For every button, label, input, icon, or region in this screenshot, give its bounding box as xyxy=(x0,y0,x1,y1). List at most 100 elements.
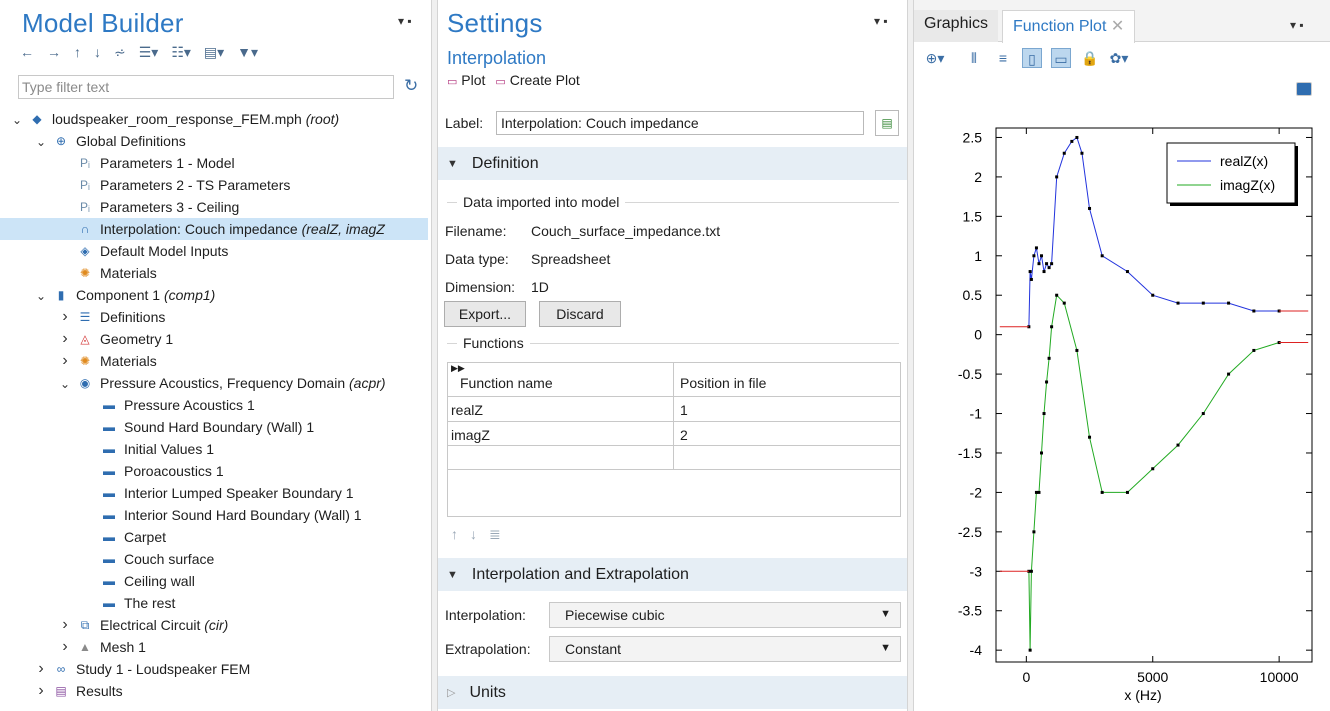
discard-button[interactable]: Discard xyxy=(539,301,621,327)
tree-item[interactable]: ▬ Couch surface xyxy=(0,548,428,570)
show-icon[interactable]: ⩫ xyxy=(114,44,126,61)
boundary-feature-icon: ▬ xyxy=(103,530,115,544)
tree-item[interactable]: › ☰ Definitions xyxy=(0,306,428,328)
table-cell-function-name[interactable]: imagZ xyxy=(448,427,490,443)
fast-forward-icon[interactable]: ▶▶ xyxy=(448,363,465,374)
tree-item[interactable]: Pᵢ Parameters 2 - TS Parameters xyxy=(0,174,428,196)
refresh-icon[interactable]: ↻ xyxy=(404,76,418,96)
dropdown-arrow-icon: ▼ xyxy=(880,642,891,654)
move-down-icon[interactable]: ↓ xyxy=(470,526,477,543)
tree-item-label: Results xyxy=(76,683,123,699)
table-cell-position[interactable]: 2 xyxy=(677,427,688,443)
chevron-right-icon[interactable]: › xyxy=(34,660,48,678)
interp-section-header[interactable]: ▼ Interpolation and Extrapolation xyxy=(438,558,907,591)
definition-section-header[interactable]: ▼ Definition xyxy=(438,147,907,180)
chevron-down-icon[interactable]: ⌄ xyxy=(58,377,72,391)
tree-item[interactable]: › ▲ Mesh 1 xyxy=(0,636,428,658)
label-edit-icon[interactable]: ▤ xyxy=(875,110,899,136)
tree-item[interactable]: ▬ The rest xyxy=(0,592,428,614)
tree-item[interactable]: › ⧉ Electrical Circuit (cir) xyxy=(0,614,428,636)
tree-item[interactable]: ▬ Interior Lumped Speaker Boundary 1 xyxy=(0,482,428,504)
chevron-right-icon[interactable]: › xyxy=(58,308,72,326)
data-point xyxy=(1252,309,1256,313)
tree-item[interactable]: ⌄ ⊕ Global Definitions xyxy=(0,130,428,152)
tree-item[interactable]: ▬ Poroacoustics 1 xyxy=(0,460,428,482)
tree-item[interactable]: › ◬ Geometry 1 xyxy=(0,328,428,350)
data-point xyxy=(1100,254,1104,258)
settings-subtitle: Interpolation xyxy=(447,48,547,68)
tree-filter-input[interactable]: Type filter text xyxy=(18,75,394,99)
y-tick-label: 1 xyxy=(974,248,982,264)
plot-button[interactable]: ▭ Plot xyxy=(447,72,485,88)
chevron-right-icon[interactable]: › xyxy=(58,352,72,370)
tree-item[interactable]: ✺ Materials xyxy=(0,262,428,284)
data-point xyxy=(1100,490,1104,494)
arrow-right-icon[interactable]: → xyxy=(47,44,61,61)
clear-table-icon[interactable]: ≣ xyxy=(489,526,501,543)
move-up-icon[interactable]: ↑ xyxy=(451,526,458,543)
filter-icon[interactable]: ▼▾ xyxy=(237,44,258,61)
tree-item[interactable]: › ✺ Materials xyxy=(0,350,428,372)
panel-menu-icon[interactable]: ▾ ▪ xyxy=(874,14,888,28)
interpolation-icon: ∩ xyxy=(80,222,90,236)
panel-menu-icon[interactable]: ▾ ▪ xyxy=(398,14,412,28)
x-axis-label: x (Hz) xyxy=(1124,687,1161,703)
expand-icon[interactable]: ☰▾ xyxy=(139,44,159,61)
functions-table: ▶▶ Function name Position in file realZ … xyxy=(447,362,901,517)
tree-item[interactable]: ⌄ ▮ Component 1 (comp1) xyxy=(0,284,428,306)
create-plot-icon: ▭ xyxy=(495,76,506,88)
tree-item[interactable]: ▬ Initial Values 1 xyxy=(0,438,428,460)
tree-item[interactable]: ∩ Interpolation: Couch impedance (realZ, … xyxy=(0,218,428,240)
chevron-down-icon[interactable]: ⌄ xyxy=(10,113,24,127)
extrapolation-caption: Extrapolation: xyxy=(445,641,531,657)
chevron-right-icon[interactable]: › xyxy=(58,616,72,634)
chevron-right-icon[interactable]: › xyxy=(58,330,72,348)
tree-item[interactable]: › ▤ Results xyxy=(0,680,428,702)
interpolation-select[interactable]: Piecewise cubic ▼ xyxy=(549,602,901,628)
data-point xyxy=(1070,139,1074,143)
chevron-right-icon[interactable]: › xyxy=(34,682,48,700)
functions-group-title: Functions xyxy=(463,335,524,351)
arrow-up-icon[interactable]: ↑ xyxy=(74,44,81,61)
arrow-left-icon[interactable]: ← xyxy=(20,44,34,61)
tree-item[interactable]: › ∞ Study 1 - Loudspeaker FEM xyxy=(0,658,428,680)
tree-item[interactable]: Pᵢ Parameters 3 - Ceiling xyxy=(0,196,428,218)
units-section-header[interactable]: ▷ Units xyxy=(438,676,907,709)
x-tick-label: 10000 xyxy=(1260,669,1299,685)
data-group-title: Data imported into model xyxy=(463,194,620,210)
pin-icon[interactable]: ▪ xyxy=(407,14,411,28)
list-icon[interactable]: ▤▾ xyxy=(204,44,224,61)
table-cell-function-name[interactable]: realZ xyxy=(448,402,483,418)
export-button[interactable]: Export... xyxy=(444,301,526,327)
arrow-down-icon[interactable]: ↓ xyxy=(94,44,101,61)
collapse-icon[interactable]: ☷▾ xyxy=(171,44,191,61)
column-header-position[interactable]: Position in file xyxy=(677,375,766,391)
tree-item[interactable]: ◈ Default Model Inputs xyxy=(0,240,428,262)
tree-item[interactable]: ▬ Pressure Acoustics 1 xyxy=(0,394,428,416)
data-point xyxy=(1252,348,1256,352)
label-input[interactable]: Interpolation: Couch impedance xyxy=(496,111,864,135)
mesh-icon: ▲ xyxy=(79,640,91,654)
table-cell-position[interactable]: 1 xyxy=(677,402,688,418)
tree-item[interactable]: ⌄ ◆ loudspeaker_room_response_FEM.mph (roo… xyxy=(0,108,428,130)
tree-item[interactable]: ⌄ ◉ Pressure Acoustics, Frequency Domain (… xyxy=(0,372,428,394)
column-header-function-name[interactable]: Function name xyxy=(457,375,553,391)
interp-section-title: Interpolation and Extrapolation xyxy=(471,565,689,583)
data-point xyxy=(1176,443,1180,447)
tree-item[interactable]: ▬ Carpet xyxy=(0,526,428,548)
extrapolation-select[interactable]: Constant ▼ xyxy=(549,636,901,662)
create-plot-button[interactable]: ▭ Create Plot xyxy=(495,72,579,88)
settings-title: Settings xyxy=(447,8,543,38)
data-point xyxy=(1028,648,1032,652)
chevron-down-icon[interactable]: ⌄ xyxy=(34,289,48,303)
pin-icon[interactable]: ▪ xyxy=(883,14,887,28)
tree-item[interactable]: ▬ Interior Sound Hard Boundary (Wall) 1 xyxy=(0,504,428,526)
chevron-down-icon[interactable]: ⌄ xyxy=(34,135,48,149)
tree-item[interactable]: Pᵢ Parameters 1 - Model xyxy=(0,152,428,174)
data-point xyxy=(1151,293,1155,297)
boundary-feature-icon: ▬ xyxy=(103,508,115,522)
tree-item[interactable]: ▬ Ceiling wall xyxy=(0,570,428,592)
tree-item[interactable]: ▬ Sound Hard Boundary (Wall) 1 xyxy=(0,416,428,438)
chevron-right-icon[interactable]: › xyxy=(58,638,72,656)
expand-triangle-icon: ▷ xyxy=(447,687,456,699)
